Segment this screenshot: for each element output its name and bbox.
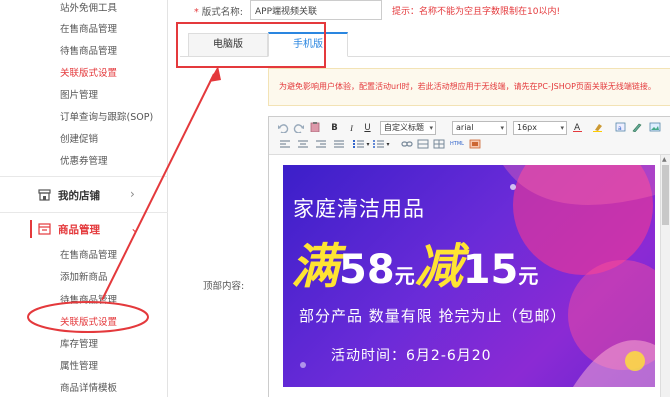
sidebar-item-inventory[interactable]: 库存管理 [60, 336, 98, 350]
highlight-icon[interactable] [593, 122, 605, 132]
image-icon[interactable] [469, 139, 481, 149]
sidebar-item-related-layout[interactable]: 关联版式设置 [60, 314, 117, 328]
highlight-callout-box [176, 22, 326, 68]
sidebar-item-pending-products[interactable]: 待售商品管理 [60, 292, 117, 306]
sidebar-item-pending-products[interactable]: 待售商品管理 [60, 43, 117, 57]
redo-icon[interactable] [293, 123, 305, 133]
svg-text:a: a [618, 125, 622, 132]
notice-text: 为避免影响用户体验，配置活动url时，若此活动想应用于无线端，请先在PC-JSH… [279, 82, 656, 91]
paste-icon[interactable] [309, 122, 321, 132]
sidebar-item-detail-template[interactable]: 商品详情模板 [60, 380, 117, 394]
link-icon[interactable] [401, 139, 413, 149]
align-center-icon[interactable] [297, 139, 309, 149]
font-size-select[interactable]: 16px ▾ [513, 121, 567, 135]
format-select-value: 自定义标题 [384, 123, 424, 132]
font-color-icon[interactable]: A [573, 122, 585, 132]
editor-content[interactable]: 家庭清洁用品 满58元减15元 部分产品 数量有限 抢完为止（包邮） 活动时间：… [269, 155, 670, 397]
sidebar-item-add-product[interactable]: 添加新商品 [60, 269, 108, 283]
justify-icon[interactable] [333, 139, 345, 149]
name-hint: 提示：名称不能为空且字数限制在10以内! [392, 7, 561, 17]
sidebar-item-image-manage[interactable]: 图片管理 [60, 87, 98, 101]
align-right-icon[interactable] [315, 139, 327, 149]
layout-name-label-text: 版式名称: [201, 7, 243, 18]
font-family-value: arial [456, 123, 474, 132]
align-left-icon[interactable] [279, 139, 291, 149]
banner-subtitle: 部分产品 数量有限 抢完为止（包邮） [299, 307, 567, 325]
sidebar-item-onsale-products[interactable]: 在售商品管理 [60, 247, 117, 261]
sidebar-item-order-tracking[interactable]: 订单查询与跟踪(SOP) [60, 109, 153, 123]
notice-banner: 为避免影响用户体验，配置活动url时，若此活动想应用于无线端，请先在PC-JSH… [268, 68, 670, 106]
sidebar-item-onsale-products[interactable]: 在售商品管理 [60, 21, 117, 35]
deal-amount-discount: 15 [462, 247, 519, 293]
clear-format-icon[interactable]: a [615, 122, 627, 132]
html-icon[interactable]: HTML [449, 138, 465, 151]
sidebar-group-label: 商品管理 [58, 224, 100, 236]
sidebar-divider [0, 176, 168, 177]
sidebar-item-offsite-tools[interactable]: 站外免佣工具 [60, 0, 117, 14]
sidebar-item-related-layout[interactable]: 关联版式设置 [60, 65, 117, 79]
product-icon [38, 223, 51, 235]
deal-amount-threshold: 58 [339, 247, 395, 293]
deal-unit: 元 [518, 264, 539, 288]
unordered-list-icon[interactable] [373, 139, 385, 149]
table-icon[interactable] [433, 139, 445, 149]
banner-date: 活动时间：6月2-6月20 [331, 348, 492, 364]
dropdown-arrow-icon[interactable]: ▾ [365, 138, 371, 151]
ordered-list-icon[interactable] [353, 139, 365, 149]
dropdown-arrow-icon[interactable]: ▾ [385, 138, 391, 151]
sidebar-group-product-manage[interactable]: 商品管理 ⌄ [0, 212, 168, 246]
banner-deal: 满58元减15元 [291, 227, 538, 297]
deal-unit: 元 [394, 264, 415, 288]
dropdown-arrow-icon: ▾ [429, 124, 433, 132]
top-content-label: 顶部内容: [203, 281, 245, 292]
promo-banner-image: 家庭清洁用品 满58元减15元 部分产品 数量有限 抢完为止（包邮） 活动时间：… [283, 165, 655, 387]
chevron-down-icon: ⌄ [130, 221, 141, 235]
banner-title: 家庭清洁用品 [293, 197, 425, 221]
dropdown-arrow-icon: ▾ [560, 124, 564, 132]
font-size-value: 16px [517, 123, 537, 132]
format-select[interactable]: 自定义标题 ▾ [380, 121, 436, 135]
scrollbar-thumb[interactable] [662, 165, 669, 225]
unlink-icon[interactable] [417, 139, 429, 149]
editor-toolbar: B I U 自定义标题 ▾ arial ▾ 16px ▾ A a ▾ ▾ HTML [269, 117, 670, 155]
sidebar-item-coupons[interactable]: 优惠券管理 [60, 153, 108, 167]
sidebar: 站外免佣工具 在售商品管理 待售商品管理 关联版式设置 图片管理 订单查询与跟踪… [0, 0, 168, 397]
bold-button[interactable]: B [329, 122, 340, 135]
sidebar-item-create-promo[interactable]: 创建促销 [60, 131, 98, 145]
sidebar-group-my-store[interactable]: 我的店铺 › [0, 178, 168, 212]
underline-button[interactable]: U [362, 122, 373, 135]
layout-name-label: * 版式名称: [194, 4, 243, 18]
brush-icon[interactable] [631, 122, 643, 132]
layout-name-input[interactable]: APP端视频关联 [250, 0, 382, 20]
undo-icon[interactable] [277, 123, 289, 133]
font-family-select[interactable]: arial ▾ [452, 121, 507, 135]
image-insert-icon[interactable] [649, 122, 661, 132]
annotation-arrow-head [209, 66, 221, 82]
rich-text-editor: B I U 自定义标题 ▾ arial ▾ 16px ▾ A a ▾ ▾ HTML [268, 116, 670, 397]
deal-char-minus: 减 [414, 239, 463, 295]
deal-char-full: 满 [291, 239, 340, 295]
editor-scrollbar[interactable]: ▲ [660, 155, 670, 397]
chevron-right-icon: › [130, 187, 135, 201]
sidebar-item-attributes[interactable]: 属性管理 [60, 358, 98, 372]
store-icon [38, 189, 51, 201]
scroll-up-arrow-icon[interactable]: ▲ [662, 156, 667, 163]
dropdown-arrow-icon: ▾ [500, 124, 504, 132]
required-mark: * [194, 7, 199, 18]
sidebar-group-label: 我的店铺 [58, 190, 100, 202]
italic-button[interactable]: I [346, 122, 357, 135]
svg-text:A: A [574, 123, 581, 132]
